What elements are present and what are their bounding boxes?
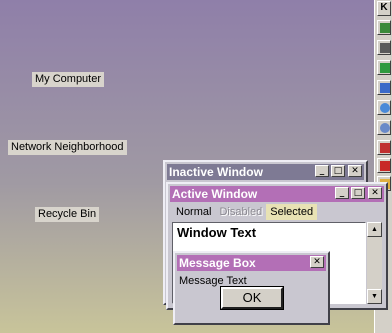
message-box-title: Message Box [179,256,256,270]
scroll-up-button[interactable]: ▲ [367,222,382,237]
desktop-icon-recycle-bin[interactable]: Recycle Bin [35,207,100,222]
active-titlebar[interactable]: Active Window _ □ ✕ [170,186,384,202]
close-icon: ✕ [371,188,379,198]
globe-icon [380,103,390,113]
arrow-down-icon: ▼ [371,293,378,300]
taskbar-monitor-button[interactable] [377,20,391,35]
desktop-icon-label: Recycle Bin [38,208,97,220]
message-text: Message Text [179,275,247,287]
menu-item-disabled: Disabled [219,206,263,218]
window-title: Active Window [172,187,258,201]
desktop-icon-my-computer[interactable]: My Computer [32,72,105,87]
inactive-titlebar[interactable]: Inactive Window _ □ ✕ [167,164,364,180]
monitor-icon [380,23,390,33]
minimize-icon: _ [319,166,325,176]
desktop-icon-network-neighborhood[interactable]: Network Neighborhood [8,140,127,155]
disc-icon [380,123,390,133]
menu-item-selected[interactable]: Selected [266,204,318,220]
taskbar-globe-button[interactable] [377,100,391,115]
menu-item-normal[interactable]: Normal [172,204,215,220]
desktop-icon-label: Network Neighborhood [11,141,124,153]
vertical-scrollbar[interactable]: ▲ ▼ [367,222,382,304]
terminal-icon [380,143,390,153]
minimize-button[interactable]: _ [315,165,329,177]
window-text: Window Text [177,225,257,240]
maximize-icon: □ [333,166,343,176]
window-title: Inactive Window [169,165,263,179]
maximize-button[interactable]: □ [331,165,345,177]
scroll-down-button[interactable]: ▼ [367,289,382,304]
taskbar-image-button[interactable] [377,80,391,95]
ok-label: OK [242,290,262,305]
taskbar-disc-button[interactable] [377,120,391,135]
close-button[interactable]: ✕ [368,187,382,199]
close-icon: ✕ [313,257,321,267]
close-icon: ✕ [351,166,359,176]
close-button[interactable]: ✕ [310,256,324,268]
desktop-icon-label: My Computer [35,73,102,85]
taskbar-k-label: K [380,2,388,13]
pen-icon [380,43,390,53]
ok-button[interactable]: OK [220,286,284,310]
maximize-icon: □ [353,188,363,198]
image-icon [380,83,390,93]
close-button[interactable]: ✕ [348,165,362,177]
message-box[interactable]: Message Box ✕ Message Text OK [173,251,330,325]
maximize-button[interactable]: □ [351,187,365,199]
minimize-icon: _ [339,188,345,198]
taskbar-book-button[interactable] [377,60,391,75]
book-icon [380,63,390,73]
paint-icon [380,161,390,171]
taskbar-k-button[interactable]: K [377,1,391,16]
taskbar-terminal-button[interactable] [377,140,391,155]
message-box-titlebar[interactable]: Message Box ✕ [177,255,326,271]
taskbar-pen-button[interactable] [377,40,391,55]
arrow-up-icon: ▲ [371,226,378,233]
minimize-button[interactable]: _ [335,187,349,199]
menubar: Normal Disabled Selected [172,204,318,220]
taskbar-paint-button[interactable] [377,158,391,173]
